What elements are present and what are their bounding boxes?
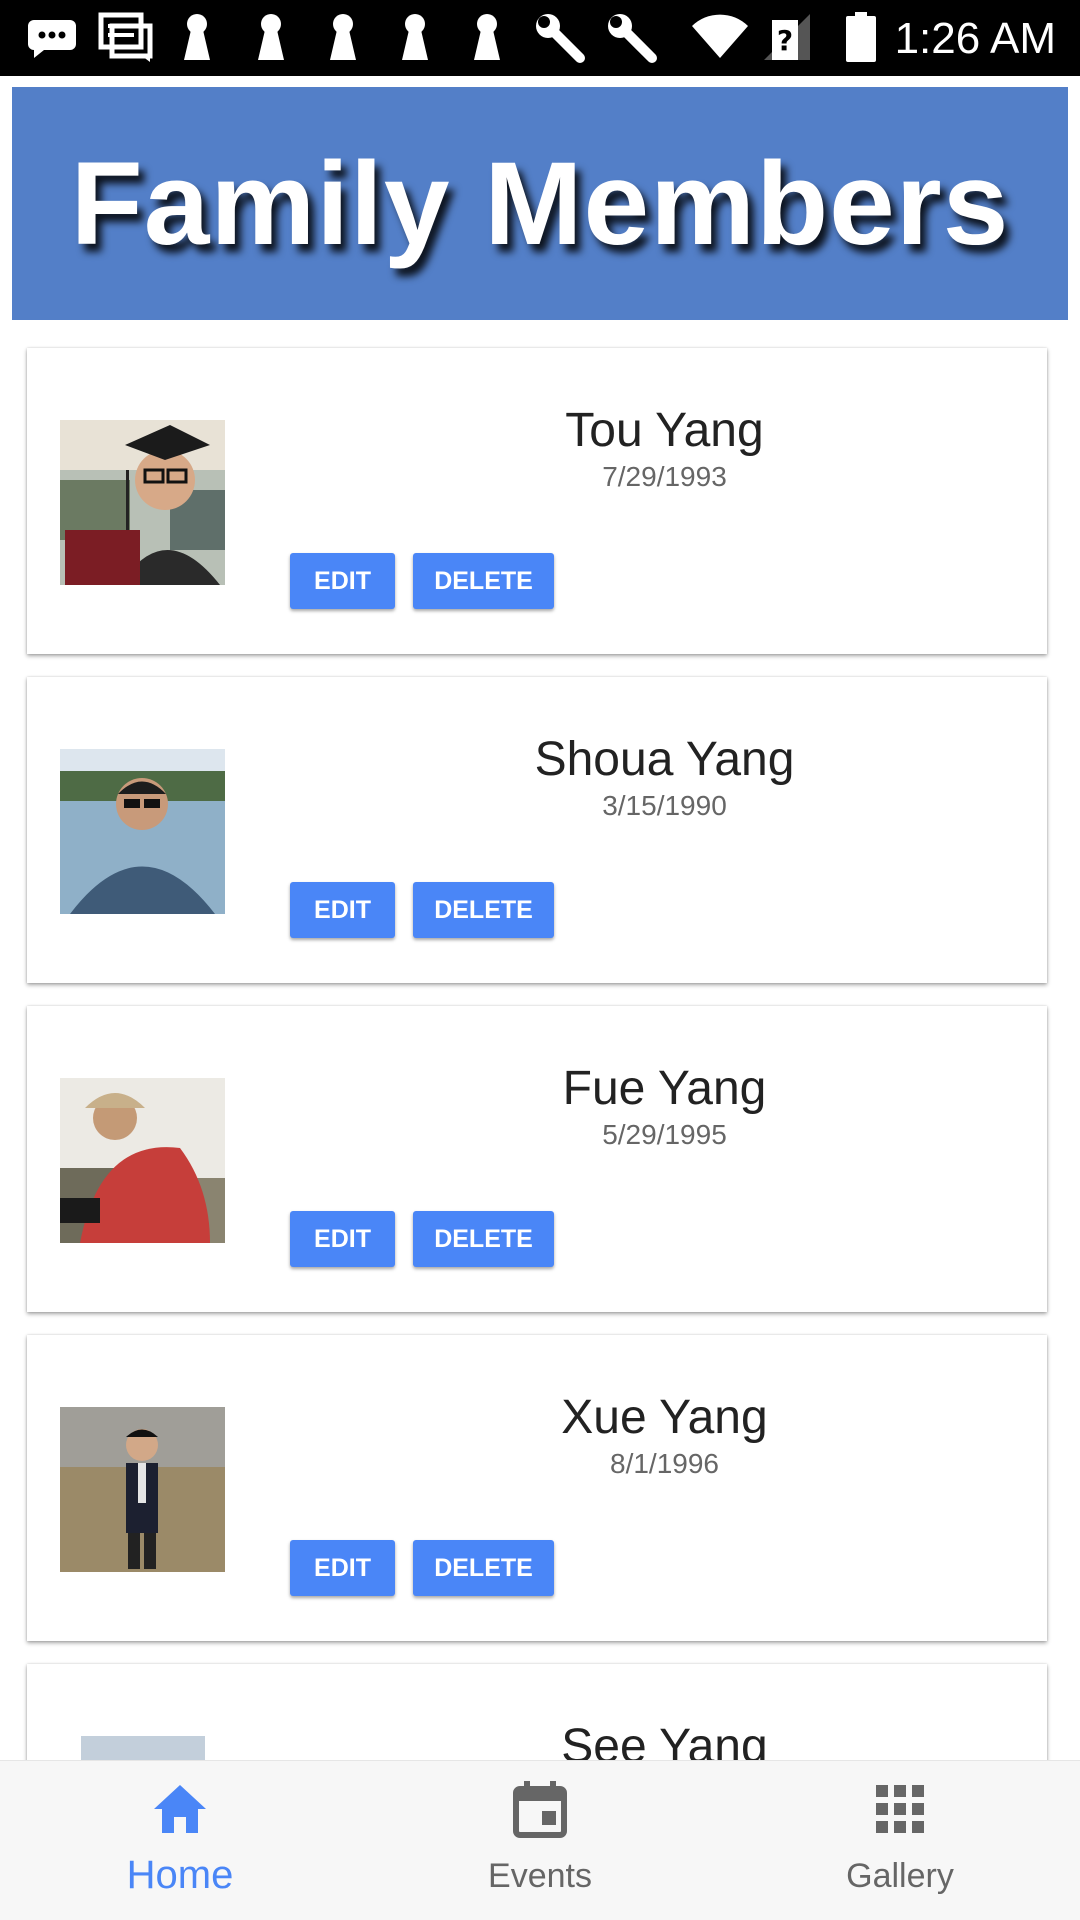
edit-button[interactable]: EDIT bbox=[290, 1211, 395, 1267]
keyhole-icon bbox=[184, 14, 210, 60]
member-card: Tou Yang 7/29/1993 EDIT DELETE bbox=[27, 348, 1047, 654]
chat-icon bbox=[98, 12, 153, 62]
home-icon bbox=[154, 1785, 206, 1833]
member-dob: 3/15/1990 bbox=[602, 790, 727, 821]
no-signal-icon: ? bbox=[764, 14, 810, 60]
nav-home[interactable]: Home bbox=[0, 1761, 360, 1920]
keyhole-icon bbox=[402, 14, 428, 60]
member-name: Tou Yang bbox=[565, 404, 764, 457]
keyhole-icon bbox=[330, 14, 356, 60]
battery-icon bbox=[846, 12, 876, 62]
nav-gallery-label: Gallery bbox=[846, 1857, 954, 1895]
calendar-icon bbox=[513, 1781, 567, 1838]
delete-button[interactable]: DELETE bbox=[413, 1540, 554, 1596]
nav-home-label: Home bbox=[126, 1853, 234, 1897]
member-list[interactable]: Tou Yang 7/29/1993 EDIT DELETE Shoua Yan… bbox=[0, 330, 1080, 1760]
delete-button[interactable]: DELETE bbox=[413, 882, 554, 938]
member-photo bbox=[60, 420, 225, 585]
member-card: Fue Yang 5/29/1995 EDIT DELETE bbox=[27, 1006, 1047, 1312]
member-photo bbox=[60, 1407, 225, 1572]
member-card: See Yang bbox=[27, 1664, 1047, 1760]
member-card: Shoua Yang 3/15/1990 EDIT DELETE bbox=[27, 677, 1047, 983]
member-name: Shoua Yang bbox=[534, 733, 795, 786]
member-photo bbox=[60, 749, 225, 914]
delete-button[interactable]: DELETE bbox=[413, 553, 554, 609]
member-photo bbox=[60, 1078, 225, 1243]
member-photo bbox=[81, 1736, 205, 1760]
status-bar: ? 1:26 AM bbox=[0, 0, 1080, 76]
member-card: Xue Yang 8/1/1996 EDIT DELETE bbox=[27, 1335, 1047, 1641]
bottom-navigation: Home Events Gallery bbox=[0, 1760, 1080, 1920]
nav-gallery[interactable]: Gallery bbox=[720, 1761, 1080, 1920]
delete-button[interactable]: DELETE bbox=[413, 1211, 554, 1267]
member-name: Fue Yang bbox=[562, 1062, 767, 1115]
grid-icon bbox=[876, 1785, 924, 1833]
nav-events[interactable]: Events bbox=[360, 1761, 720, 1920]
wrench-icon bbox=[536, 14, 585, 63]
member-dob: 5/29/1995 bbox=[602, 1119, 727, 1150]
svg-text:?: ? bbox=[777, 24, 793, 57]
edit-button[interactable]: EDIT bbox=[290, 553, 395, 609]
page-header: Family Members bbox=[12, 87, 1068, 320]
message-icon bbox=[28, 20, 76, 58]
edit-button[interactable]: EDIT bbox=[290, 882, 395, 938]
wrench-icon bbox=[608, 14, 657, 63]
member-dob: 8/1/1996 bbox=[610, 1448, 719, 1479]
member-name: See Yang bbox=[561, 1720, 768, 1760]
status-time: 1:26 AM bbox=[894, 14, 1056, 63]
edit-button[interactable]: EDIT bbox=[290, 1540, 395, 1596]
member-dob: 7/29/1993 bbox=[602, 461, 727, 492]
keyhole-icon bbox=[474, 14, 500, 60]
member-name: Xue Yang bbox=[561, 1391, 768, 1444]
page-title: Family Members bbox=[70, 137, 1010, 270]
wifi-icon bbox=[692, 14, 748, 58]
keyhole-icon bbox=[258, 14, 284, 60]
nav-events-label: Events bbox=[488, 1857, 592, 1895]
